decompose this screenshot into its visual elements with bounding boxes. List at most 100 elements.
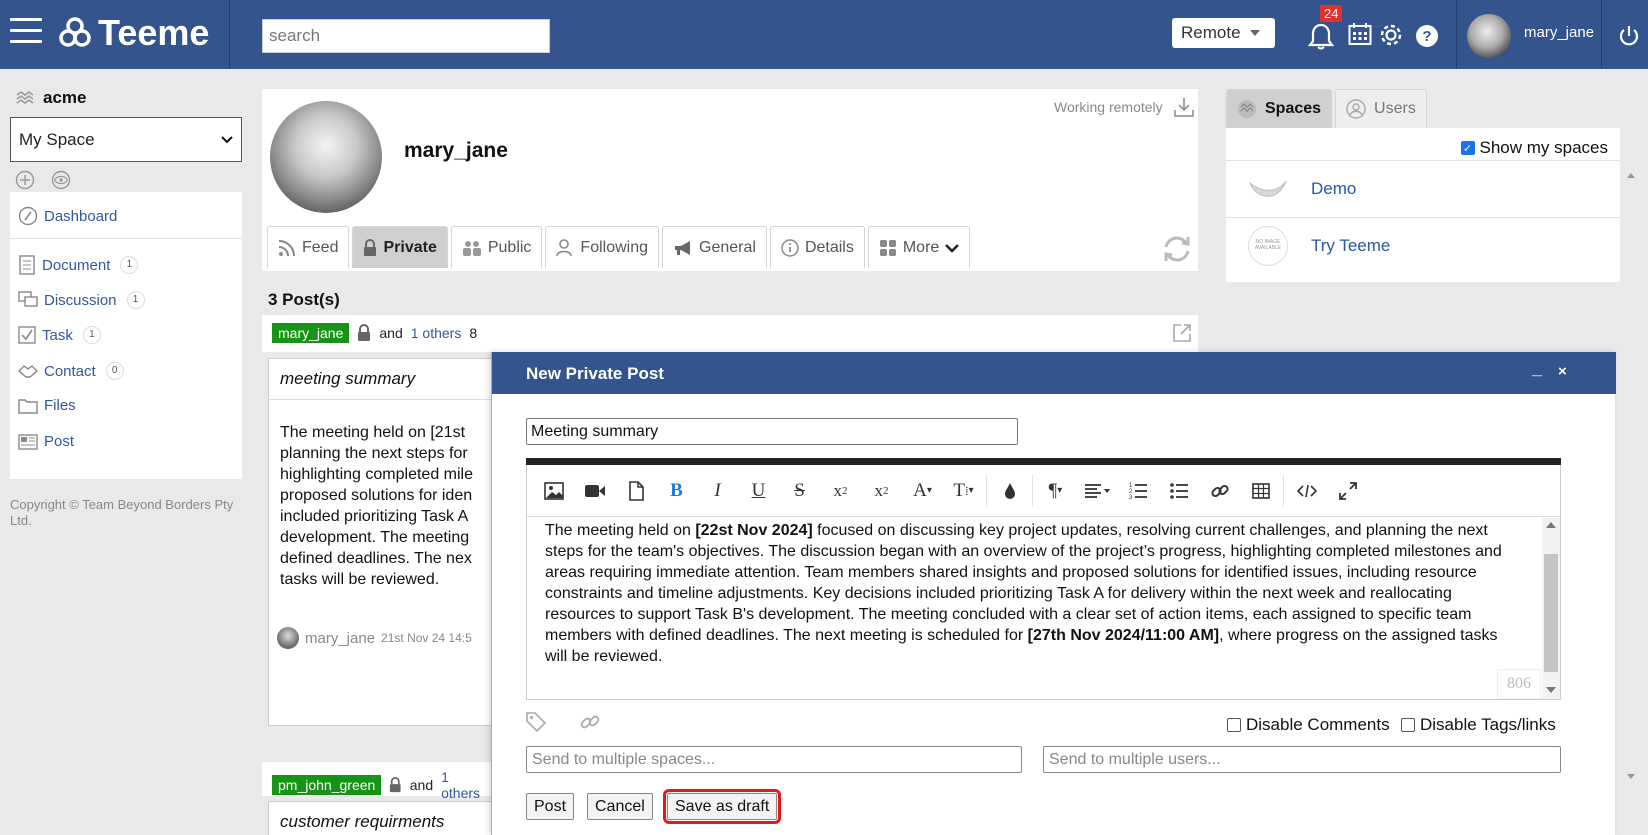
paragraph-format-icon[interactable]: ¶ ▾	[1035, 471, 1076, 511]
tab-private[interactable]: Private	[352, 226, 448, 268]
sidebar-item-post[interactable]: Post	[18, 433, 74, 450]
avatar[interactable]	[1467, 14, 1511, 58]
fullscreen-icon[interactable]	[1327, 471, 1368, 511]
link-icon[interactable]	[580, 712, 600, 732]
font-size-icon[interactable]: T ⁞ ▾	[943, 471, 984, 511]
close-button[interactable]: ×	[1558, 363, 1567, 380]
post-button[interactable]: Post	[526, 793, 575, 820]
ink-color-icon[interactable]	[989, 471, 1030, 511]
checkbox-checked[interactable]: ✓	[1460, 141, 1475, 155]
video-icon[interactable]	[574, 471, 615, 511]
sidebar-item-document[interactable]: Document 1	[18, 255, 139, 275]
menu-icon[interactable]	[10, 18, 42, 48]
image-icon[interactable]	[533, 471, 574, 511]
sidebar-item-files[interactable]: Files	[18, 397, 76, 414]
editor-content[interactable]: The meeting held on [22st Nov 2024] focu…	[545, 520, 1503, 667]
tab-feed[interactable]: Feed	[267, 226, 350, 268]
org-header: acme	[16, 88, 86, 108]
scrollbar[interactable]	[1625, 170, 1637, 785]
bold-icon[interactable]: B	[656, 471, 697, 511]
spaces-icon	[1238, 100, 1256, 118]
list-item[interactable]: NO IMAGE AVAILABLE Try Teeme	[1226, 218, 1620, 274]
post-card[interactable]: meeting summary The meeting held on [21s…	[268, 358, 492, 726]
show-my-spaces-toggle[interactable]: ✓ Show my spaces	[1460, 138, 1608, 158]
and-text: and	[379, 325, 403, 341]
avatar	[277, 627, 299, 649]
save-as-draft-button[interactable]: Save as draft	[662, 789, 782, 824]
view-icon[interactable]	[51, 170, 71, 190]
help-icon[interactable]: ?	[1415, 24, 1439, 48]
align-icon[interactable]	[1076, 471, 1117, 511]
disable-tags-option[interactable]: Disable Tags/links	[1401, 715, 1556, 735]
ordered-list-icon[interactable]: 123	[1117, 471, 1158, 511]
teeme-logo-icon	[59, 17, 91, 47]
author-chip[interactable]: pm_john_green	[272, 775, 382, 795]
tab-users[interactable]: Users	[1335, 89, 1427, 128]
code-view-icon[interactable]	[1286, 471, 1327, 511]
info-icon	[781, 238, 799, 257]
file-icon[interactable]	[615, 471, 656, 511]
superscript-icon[interactable]: x2	[861, 471, 902, 511]
search-input[interactable]	[262, 19, 550, 53]
add-space-icon[interactable]	[15, 170, 35, 190]
folder-icon	[18, 398, 38, 414]
post-meta: pm_john_green and 1 others 7	[272, 769, 502, 801]
app-logo[interactable]: Teeme	[58, 12, 209, 54]
username-label[interactable]: mary_jane	[1524, 24, 1594, 41]
sidebar-item-discussion[interactable]: Discussion 1	[18, 291, 145, 309]
list-item[interactable]: Demo	[1226, 161, 1620, 217]
checkbox[interactable]	[1227, 718, 1241, 732]
sidebar-item-label: Task	[42, 326, 73, 344]
sidebar-item-dashboard[interactable]: Dashboard	[18, 206, 117, 226]
calendar-icon[interactable]	[1348, 22, 1372, 46]
others-link[interactable]: 1 others	[441, 769, 486, 801]
others-link[interactable]: 1 others	[411, 325, 462, 341]
send-to-users-input[interactable]	[1043, 746, 1561, 773]
post-card[interactable]: customer requirments	[268, 801, 492, 835]
profile-avatar[interactable]	[270, 101, 382, 213]
tab-general[interactable]: General	[662, 226, 767, 268]
send-to-spaces-input[interactable]	[526, 746, 1022, 773]
checkbox[interactable]	[1401, 718, 1415, 732]
cancel-button[interactable]: Cancel	[587, 793, 653, 820]
minimize-button[interactable]: _	[1532, 358, 1542, 379]
dashboard-icon	[18, 206, 38, 226]
sidebar-item-task[interactable]: Task 1	[18, 326, 101, 344]
power-icon[interactable]	[1618, 24, 1640, 48]
svg-text:?: ?	[1422, 28, 1431, 45]
post-title-input[interactable]	[526, 418, 1018, 445]
italic-icon[interactable]: I	[697, 471, 738, 511]
download-icon[interactable]	[1173, 96, 1195, 118]
refresh-icon[interactable]	[1162, 235, 1192, 263]
strikethrough-icon[interactable]: S	[779, 471, 820, 511]
tab-spaces[interactable]: Spaces	[1226, 89, 1333, 128]
nav-divider	[229, 0, 230, 69]
sidebar-item-contact[interactable]: Contact 0	[18, 362, 124, 380]
post-author-name[interactable]: mary_jane	[305, 630, 375, 647]
tab-following[interactable]: Following	[545, 226, 660, 268]
popout-icon[interactable]	[1172, 323, 1192, 343]
scrollbar[interactable]	[1542, 518, 1560, 699]
subscript-icon[interactable]: x2	[820, 471, 861, 511]
space-select[interactable]: My Space	[10, 117, 242, 162]
tab-public[interactable]: Public	[450, 226, 543, 268]
tab-details[interactable]: Details	[769, 226, 865, 268]
scroll-up-icon[interactable]	[1546, 522, 1556, 528]
link-icon[interactable]	[1199, 471, 1240, 511]
scrollbar-thumb[interactable]	[1544, 554, 1558, 672]
bell-icon[interactable]	[1308, 22, 1334, 50]
org-name: acme	[43, 88, 87, 107]
space-name: Demo	[1311, 179, 1357, 198]
underline-icon[interactable]: U	[738, 471, 779, 511]
tag-icon[interactable]	[526, 712, 546, 732]
unordered-list-icon[interactable]	[1158, 471, 1199, 511]
gear-icon[interactable]	[1378, 22, 1404, 48]
tab-more[interactable]: More	[867, 226, 971, 268]
author-chip[interactable]: mary_jane	[272, 323, 350, 343]
font-color-icon[interactable]: A ▾	[902, 471, 943, 511]
table-icon[interactable]	[1240, 471, 1281, 511]
status-select[interactable]: Remote	[1172, 18, 1275, 48]
scroll-down-icon[interactable]	[1546, 687, 1556, 693]
disable-comments-option[interactable]: Disable Comments	[1227, 715, 1390, 735]
toolbar-divider	[986, 474, 987, 507]
